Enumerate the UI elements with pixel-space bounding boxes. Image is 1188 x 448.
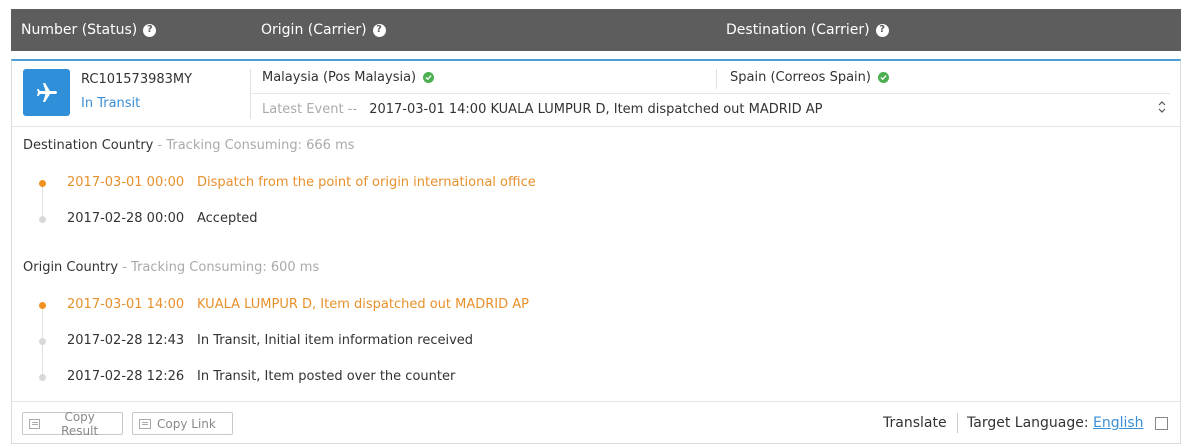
latest-event-label: Latest Event -- [262,102,358,117]
divider [252,93,1170,94]
copy-result-label: Copy Result [61,409,99,438]
copy-result-button[interactable]: Copy Result [22,409,123,438]
check-circle-icon [877,72,889,83]
event-time: 2017-02-28 12:26 [67,369,185,384]
shipment-summary[interactable]: RC101573983MY In Transit Malaysia (Pos M… [12,61,1180,127]
result-footer: Copy Result Copy Link Translate Target L… [12,401,1180,444]
help-icon[interactable]: ? [143,23,157,37]
tracking-result-card: RC101573983MY In Transit Malaysia (Pos M… [11,59,1181,444]
table-header: Number (Status) ? Origin (Carrier) ? Des… [11,9,1181,51]
timeline-dot [39,338,46,345]
help-icon[interactable]: ? [372,23,386,37]
header-destination-carrier: Destination (Carrier) ? [726,22,889,38]
header-origin-carrier: Origin (Carrier) ? [261,22,386,38]
timeline-line [42,183,43,217]
origin-section-meta: - Tracking Consuming: 600 ms [118,260,320,275]
divider [957,413,958,433]
divider [250,69,251,119]
origin-carrier-label: Malaysia (Pos Malaysia) [262,70,417,85]
chevron-updown-icon[interactable] [1158,101,1166,114]
event-time: 2017-03-01 14:00 [67,297,185,312]
destination-carrier: Spain (Correos Spain) [730,70,889,85]
origin-section-title: Origin Country - Tracking Consuming: 600… [23,260,319,275]
check-circle-icon [423,72,435,83]
event-description: In Transit, Initial item information rec… [197,333,474,348]
target-language-link[interactable]: English [1093,415,1144,431]
header-number-status-label: Number (Status) [21,22,138,38]
event-description: Accepted [197,211,258,226]
header-origin-label: Origin (Carrier) [261,22,367,38]
event-time: 2017-02-28 12:43 [67,333,185,348]
header-destination-label: Destination (Carrier) [726,22,870,38]
auto-translate-checkbox[interactable] [1155,417,1168,430]
tracking-number[interactable]: RC101573983MY [81,72,192,87]
copy-link-button[interactable]: Copy Link [132,412,233,435]
divider [716,69,717,89]
event-description: In Transit, Item posted over the counter [197,369,456,384]
timeline-dot [39,374,46,381]
event-description: KUALA LUMPUR D, Item dispatched out MADR… [197,297,530,312]
destination-section-meta: - Tracking Consuming: 666 ms [153,138,355,153]
copy-icon [29,418,41,429]
link-icon [139,418,151,429]
latest-event-text: 2017-03-01 14:00 KUALA LUMPUR D, Item di… [369,102,823,117]
timeline-dot [39,180,46,187]
destination-section-label: Destination Country [23,138,154,153]
help-icon[interactable]: ? [875,23,889,37]
destination-carrier-label: Spain (Correos Spain) [730,70,871,85]
timeline-dot [39,302,46,309]
timeline-dot [39,216,46,223]
target-language-label: Target Language: [967,415,1089,431]
event-time: 2017-03-01 00:00 [67,175,185,190]
translate-button[interactable]: Translate [883,415,947,431]
event-time: 2017-02-28 00:00 [67,211,185,226]
copy-link-label: Copy Link [157,416,216,431]
origin-section-label: Origin Country [23,260,119,275]
airplane-icon [23,69,70,116]
status-label: In Transit [81,96,141,111]
header-number-status: Number (Status) ? [21,22,157,38]
destination-section-title: Destination Country - Tracking Consuming… [23,138,355,153]
latest-event: Latest Event -- 2017-03-01 14:00 KUALA L… [262,102,822,117]
event-description: Dispatch from the point of origin intern… [197,175,536,190]
origin-carrier: Malaysia (Pos Malaysia) [262,70,435,85]
